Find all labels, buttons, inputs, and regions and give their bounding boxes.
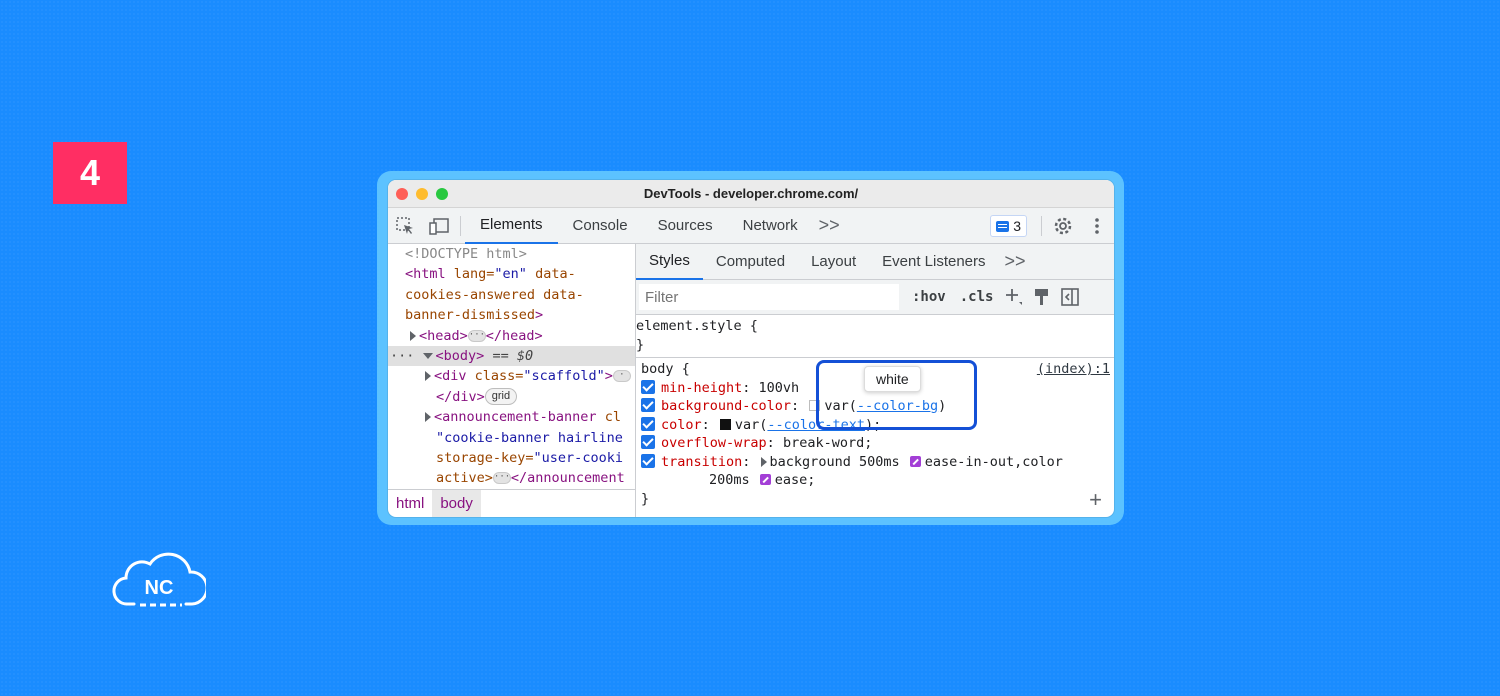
- breadcrumb: html body: [388, 489, 635, 517]
- hov-button[interactable]: :hov: [905, 289, 953, 305]
- add-declaration-icon[interactable]: +: [1089, 489, 1102, 511]
- breadcrumb-body[interactable]: body: [432, 489, 481, 517]
- dom-div-scaffold[interactable]: <div class="scaffold"> ·: [388, 366, 635, 386]
- tab-network[interactable]: Network: [728, 208, 813, 244]
- dom-doctype[interactable]: <!DOCTYPE html>: [405, 244, 635, 264]
- tab-sources[interactable]: Sources: [643, 208, 728, 244]
- element-style-close: }: [636, 336, 645, 353]
- color-tooltip: white: [864, 366, 921, 392]
- decl-transition-cont: 200ms ease;: [709, 472, 816, 488]
- tab-elements[interactable]: Elements: [465, 208, 558, 244]
- dom-html-line-3[interactable]: banner-dismissed>: [405, 305, 635, 325]
- kebab-menu-icon[interactable]: [1080, 208, 1114, 244]
- subtab-event-listeners[interactable]: Event Listeners: [869, 244, 998, 280]
- styles-subtabs: Styles Computed Layout Event Listeners >…: [636, 244, 1114, 280]
- checkbox[interactable]: [641, 453, 655, 468]
- color-swatch-black[interactable]: [719, 418, 731, 430]
- ellipsis-icon[interactable]: ···: [467, 329, 486, 342]
- expand-arrow-icon[interactable]: [410, 330, 416, 341]
- source-link[interactable]: (index):1: [1037, 360, 1110, 379]
- breadcrumb-html[interactable]: html: [388, 490, 432, 518]
- more-subtabs-icon[interactable]: >>: [999, 251, 1032, 272]
- minimize-button[interactable]: [416, 188, 428, 200]
- dom-html-line-2[interactable]: cookies-answered data-: [405, 285, 635, 305]
- issues-count: 3: [1013, 218, 1021, 234]
- expand-arrow-icon[interactable]: [425, 412, 431, 423]
- nc-cloud-logo: NC: [112, 550, 209, 610]
- toolbar-divider: [460, 215, 461, 236]
- devtools-window: DevTools - developer.chrome.com/ Element…: [388, 180, 1114, 517]
- easing-swatch-icon[interactable]: [759, 474, 771, 485]
- checkbox[interactable]: [641, 435, 655, 449]
- gear-icon[interactable]: [1046, 208, 1080, 244]
- checkbox[interactable]: [641, 379, 655, 394]
- message-icon: [996, 220, 1010, 232]
- inspect-element-icon[interactable]: [388, 208, 422, 244]
- new-rule-icon[interactable]: [1000, 283, 1028, 311]
- expand-arrow-icon[interactable]: [425, 371, 431, 382]
- element-style-selector[interactable]: element.style {: [636, 317, 1114, 336]
- more-tabs-icon[interactable]: >>: [813, 215, 846, 236]
- dom-announcement-3[interactable]: storage-key="user-cooki: [388, 448, 635, 468]
- dom-tree-panel: <!DOCTYPE html> <html lang="en" data- co…: [388, 244, 636, 517]
- subtab-computed[interactable]: Computed: [703, 244, 798, 280]
- easing-swatch-icon[interactable]: [909, 455, 921, 467]
- sidebar-toggle-icon[interactable]: [1056, 283, 1084, 311]
- dom-announcement-4[interactable]: active>···</announcement: [388, 468, 635, 488]
- subtab-styles[interactable]: Styles: [636, 244, 703, 280]
- dom-announcement-2[interactable]: "cookie-banner hairline: [388, 428, 635, 448]
- ellipsis-icon[interactable]: ·: [612, 370, 631, 383]
- grid-badge[interactable]: grid: [484, 388, 518, 406]
- title-bar: DevTools - developer.chrome.com/: [388, 180, 1114, 208]
- decl-transition[interactable]: transition: background 500ms ease-in-out…: [641, 453, 1114, 472]
- body-rule-close: }: [641, 490, 650, 507]
- logo-text: NC: [145, 577, 174, 599]
- expand-arrow-icon[interactable]: [760, 456, 767, 467]
- device-toggle-icon[interactable]: [422, 208, 456, 244]
- close-button[interactable]: [396, 188, 408, 200]
- dom-announcement-1[interactable]: <announcement-banner cl: [388, 407, 635, 427]
- toolbar-divider-right: [1041, 216, 1042, 236]
- dom-div-close[interactable]: </div> grid: [388, 387, 635, 407]
- paint-brush-icon[interactable]: [1028, 283, 1056, 311]
- checkbox[interactable]: [641, 398, 655, 412]
- main-toolbar: Elements Console Sources Network >> 3: [388, 208, 1114, 244]
- subtab-layout[interactable]: Layout: [798, 244, 869, 280]
- cls-button[interactable]: .cls: [953, 289, 1001, 305]
- step-badge: 4: [53, 142, 127, 204]
- filter-input[interactable]: [639, 284, 899, 310]
- ellipsis-icon[interactable]: ···: [492, 472, 511, 485]
- zoom-button[interactable]: [436, 188, 448, 200]
- checkbox[interactable]: [641, 416, 655, 431]
- decl-overflow-wrap[interactable]: overflow-wrap: break-word;: [641, 434, 1114, 453]
- element-style-rule: element.style { }: [636, 315, 1114, 358]
- styles-filterbar: :hov .cls: [636, 280, 1114, 315]
- dom-html-line-1[interactable]: <html lang="en" data-: [405, 264, 635, 284]
- collapse-arrow-icon[interactable]: [422, 352, 433, 359]
- dom-head[interactable]: <head>···</head>: [388, 326, 635, 346]
- tab-console[interactable]: Console: [558, 208, 643, 244]
- dom-body[interactable]: ··· <body> == $0: [388, 345, 635, 367]
- window-title: DevTools - developer.chrome.com/: [643, 186, 859, 201]
- issues-counter[interactable]: 3: [990, 215, 1027, 237]
